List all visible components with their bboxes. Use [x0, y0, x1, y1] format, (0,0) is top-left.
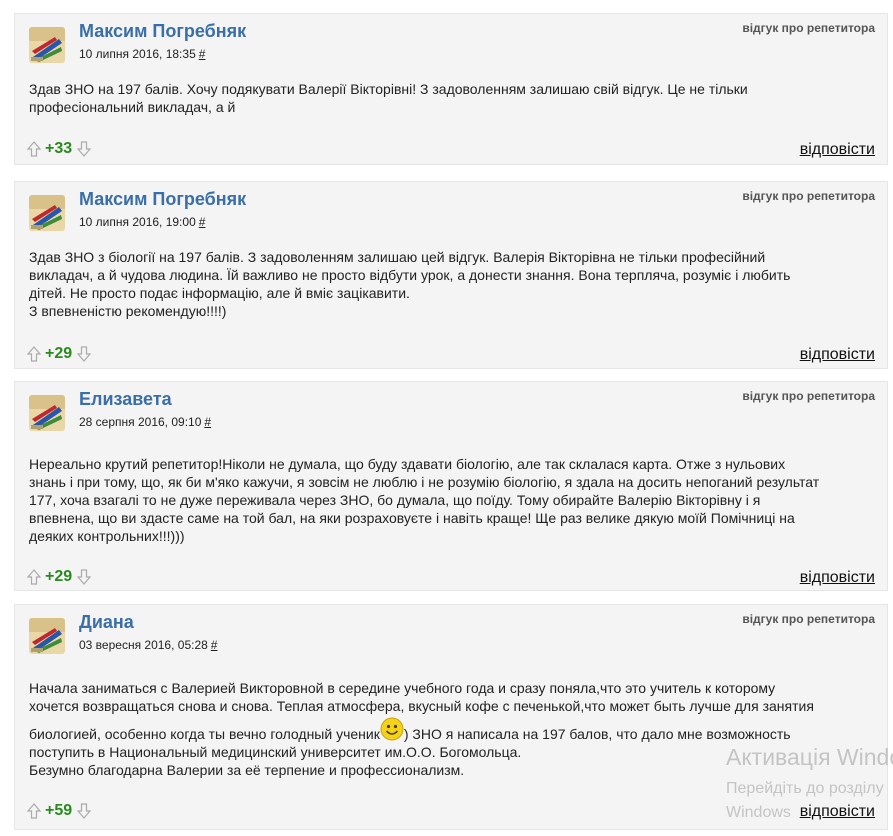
author-name[interactable]: Елизавета — [79, 389, 172, 410]
review-type: відгук про репетитора — [742, 389, 875, 403]
review-line: Здав ЗНО на 197 балів. Хочу подякувати В… — [29, 81, 748, 97]
review-line: викладач, а й чудова людина. Їй важливо … — [29, 267, 791, 283]
permalink[interactable]: # — [199, 215, 206, 229]
review-date: 03 вересня 2016, 05:28 # — [79, 638, 217, 652]
downvote-icon[interactable] — [77, 346, 92, 362]
review-line: впевнена, що ви здасте саме на той бал, … — [29, 510, 795, 526]
vote-controls: +59 — [27, 800, 92, 822]
reply-link[interactable]: відповісти — [800, 141, 875, 159]
avatar[interactable] — [29, 395, 65, 431]
vote-score: +29 — [45, 345, 73, 362]
vote-score: +33 — [45, 140, 73, 157]
review-line-part: ) ЗНО я написала на 197 балов, что дало … — [403, 726, 791, 742]
reply-link[interactable]: відповісти — [800, 803, 875, 821]
upvote-icon[interactable] — [27, 569, 41, 585]
review-date: 10 липня 2016, 18:35 # — [79, 47, 205, 61]
review-line-part: биологией, особенно когда ты вечно голод… — [29, 726, 380, 742]
review-line: Начала заниматься с Валерией Викторовной… — [29, 680, 776, 696]
downvote-icon[interactable] — [77, 803, 92, 819]
review-line: професіональний викладач, а й — [29, 99, 236, 115]
date-text: 10 липня 2016, 19:00 — [79, 215, 196, 229]
avatar[interactable] — [29, 195, 65, 231]
review-line: 177, хоча взагалі то не дуже переживала … — [29, 492, 761, 508]
author-name[interactable]: Максим Погребняк — [79, 21, 246, 42]
review-text: Здав ЗНО на 197 балів. Хочу подякувати В… — [29, 80, 859, 116]
review-card: Елизавета 28 серпня 2016, 09:10 # відгук … — [14, 381, 888, 591]
avatar[interactable] — [29, 618, 65, 654]
review-card: Диана 03 вересня 2016, 05:28 # відгук про… — [14, 604, 888, 830]
review-type: відгук про репетитора — [742, 612, 875, 626]
downvote-icon[interactable] — [77, 569, 92, 585]
review-line: Здав ЗНО з біології на 197 балів. З задо… — [29, 249, 766, 265]
date-text: 03 вересня 2016, 05:28 — [79, 638, 208, 652]
review-line: Безумно благодарна Валерии за её терпени… — [29, 762, 465, 778]
review-line: знань і при тому, що, як би м'яко кажучи… — [29, 474, 820, 490]
author-name[interactable]: Максим Погребняк — [79, 189, 246, 210]
review-line-with-smiley: биологией, особенно когда ты вечно голод… — [29, 717, 859, 743]
review-card: Максим Погребняк 10 липня 2016, 18:35 # в… — [14, 13, 888, 165]
review-line: деяких контрольних!!!))) — [29, 528, 185, 544]
reply-link[interactable]: відповісти — [800, 569, 875, 587]
review-type: відгук про репетитора — [742, 189, 875, 203]
date-text: 10 липня 2016, 18:35 — [79, 47, 196, 61]
avatar[interactable] — [29, 27, 65, 63]
downvote-icon[interactable] — [77, 141, 92, 157]
review-text: Нереально крутий репетитор!Ніколи не дум… — [29, 455, 859, 545]
review-line: поступить в Национальный медицинский уни… — [29, 744, 522, 760]
reply-link[interactable]: відповісти — [800, 346, 875, 364]
vote-score: +29 — [45, 568, 73, 585]
permalink[interactable]: # — [199, 47, 206, 61]
review-line: Нереально крутий репетитор!Ніколи не дум… — [29, 456, 786, 472]
review-line: хочется возвращаться снова и снова. Тепл… — [29, 698, 814, 714]
vote-controls: +29 — [27, 566, 92, 588]
review-type: відгук про репетитора — [742, 21, 875, 35]
vote-controls: +33 — [27, 138, 92, 160]
review-date: 28 серпня 2016, 09:10 # — [79, 415, 211, 429]
permalink[interactable]: # — [204, 415, 211, 429]
review-text: Здав ЗНО з біології на 197 балів. З задо… — [29, 248, 859, 320]
upvote-icon[interactable] — [27, 803, 41, 819]
review-line: З впевненістю рекомендую!!!!) — [29, 303, 227, 319]
date-text: 28 серпня 2016, 09:10 — [79, 415, 202, 429]
author-name[interactable]: Диана — [79, 612, 134, 633]
smiley-icon — [380, 717, 404, 741]
permalink[interactable]: # — [211, 638, 218, 652]
upvote-icon[interactable] — [27, 346, 41, 362]
vote-controls: +29 — [27, 343, 92, 365]
upvote-icon[interactable] — [27, 141, 41, 157]
review-line: дітей. Не просто подає інформацію, але й… — [29, 285, 410, 301]
review-date: 10 липня 2016, 19:00 # — [79, 215, 205, 229]
vote-score: +59 — [45, 802, 73, 819]
review-text: Начала заниматься с Валерией Викторовной… — [29, 679, 859, 779]
review-card: Максим Погребняк 10 липня 2016, 19:00 # в… — [14, 181, 888, 369]
